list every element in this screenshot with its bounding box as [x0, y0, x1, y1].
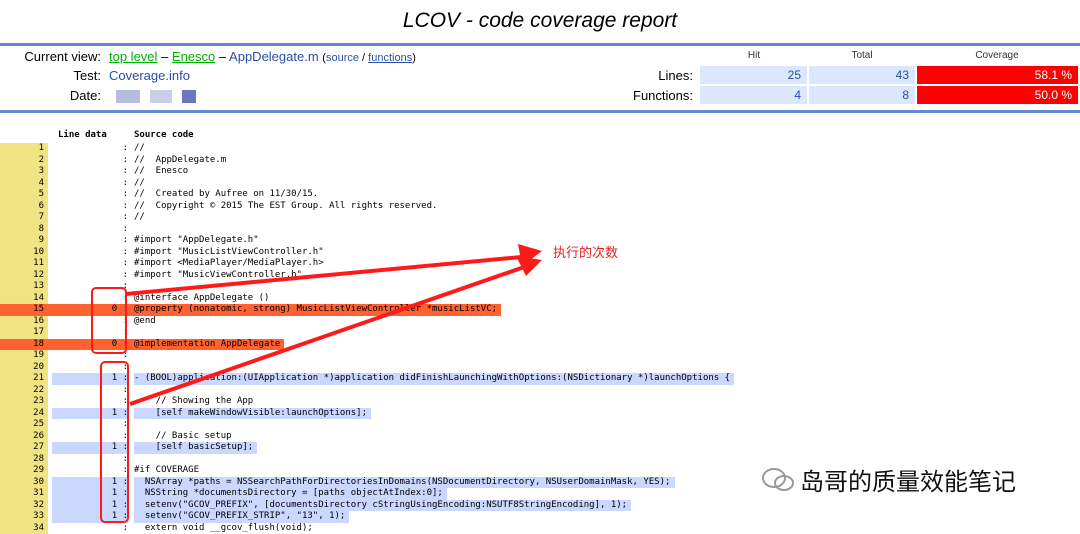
annotation-arrowhead — [516, 256, 542, 276]
watermark-text: 岛哥的质量效能笔记 — [800, 462, 1016, 497]
annotation-text: 执行的次数 — [553, 242, 618, 261]
annotation-overlay — [0, 0, 1080, 527]
annotation-arrow-line — [130, 265, 530, 404]
annotation-arrow-line — [126, 256, 532, 294]
wechat-icon — [760, 466, 796, 494]
annotation-box-zero — [92, 288, 126, 353]
annotation-box-ones — [101, 362, 128, 522]
